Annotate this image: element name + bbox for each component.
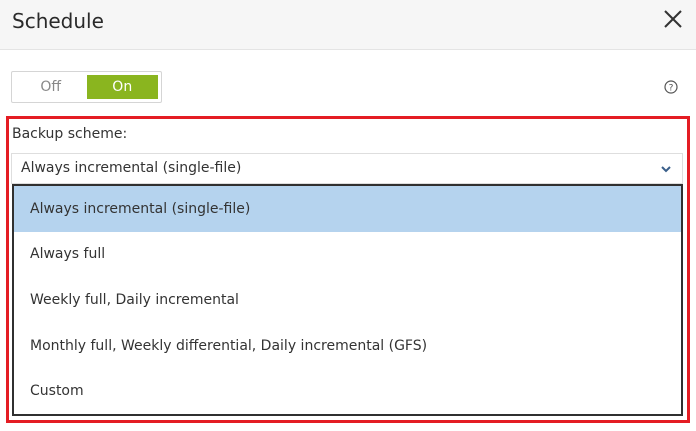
close-icon <box>664 10 682 28</box>
close-button[interactable] <box>662 8 684 30</box>
chevron-down-icon <box>661 166 671 173</box>
help-icon: ? <box>664 80 678 94</box>
toggle-off-option[interactable]: Off <box>15 75 87 99</box>
schedule-toggle[interactable]: Off On <box>11 71 162 103</box>
help-button[interactable]: ? <box>664 79 678 94</box>
svg-text:?: ? <box>669 83 674 93</box>
dialog-title: Schedule <box>12 9 104 33</box>
option-weekly-full[interactable]: Weekly full, Daily incremental <box>14 277 681 323</box>
backup-scheme-selected-value: Always incremental (single-file) <box>21 160 242 176</box>
backup-scheme-select[interactable]: Always incremental (single-file) <box>11 153 683 184</box>
option-always-incremental[interactable]: Always incremental (single-file) <box>14 186 681 232</box>
backup-scheme-dropdown: Always incremental (single-file) Always … <box>12 184 683 416</box>
toggle-on-option[interactable]: On <box>86 75 158 99</box>
option-monthly-gfs[interactable]: Monthly full, Weekly differential, Daily… <box>14 323 681 369</box>
backup-scheme-label: Backup scheme: <box>12 126 128 142</box>
dialog-header: Schedule <box>0 0 696 50</box>
option-always-full[interactable]: Always full <box>14 232 681 278</box>
schedule-dialog: Schedule Off On ? Backup scheme: Always … <box>0 0 696 431</box>
option-custom[interactable]: Custom <box>14 368 681 414</box>
